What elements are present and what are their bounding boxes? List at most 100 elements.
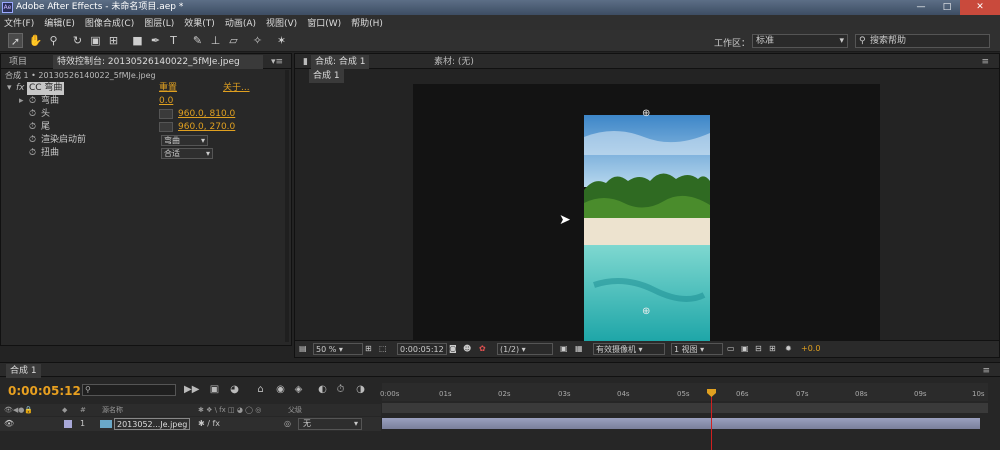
work-area-bar[interactable]: [382, 403, 988, 413]
tail-value[interactable]: 960.0, 270.0: [178, 121, 235, 134]
camera-tool-icon[interactable]: ▣: [88, 33, 103, 48]
rectangle-tool-icon[interactable]: ■: [130, 33, 145, 48]
stopwatch-icon[interactable]: ⏱: [29, 95, 36, 108]
parent-select[interactable]: 无 ▾: [298, 418, 362, 430]
clone-tool-icon[interactable]: ⊥: [208, 33, 223, 48]
menu-view[interactable]: 视图(V): [266, 16, 297, 29]
tab-project[interactable]: 项目: [5, 55, 31, 69]
layer-row[interactable]: 👁 1 2013052...Je.jpeg ✱ / fx ◎ 无 ▾: [0, 417, 381, 431]
close-button[interactable]: ✕: [960, 0, 1000, 15]
menu-layer[interactable]: 图层(L): [144, 16, 174, 29]
zoom-tool-icon[interactable]: ⚲: [46, 33, 61, 48]
camera-snapshot-icon[interactable]: ◙: [449, 343, 457, 355]
views-select[interactable]: 1 视图 ▾: [671, 343, 723, 355]
ruler-tick: 01s: [439, 390, 452, 398]
show-snapshot-icon[interactable]: ☻: [463, 343, 471, 355]
menu-help[interactable]: 帮助(H): [351, 16, 383, 29]
hand-tool-icon[interactable]: ✋: [28, 33, 43, 48]
fast-preview-icon[interactable]: ▣: [741, 343, 749, 355]
roto-brush-tool-icon[interactable]: ✧: [250, 33, 265, 48]
render-prestart-select[interactable]: 弯曲 ▾: [161, 135, 208, 146]
anchor-point-head-icon[interactable]: ⊕: [642, 108, 650, 119]
menu-composition[interactable]: 图像合成(C): [85, 16, 134, 29]
tab-footage[interactable]: 素材: (无): [430, 55, 478, 69]
pen-tool-icon[interactable]: ✒: [148, 33, 163, 48]
panel-menu-icon[interactable]: ▾≡: [267, 55, 287, 69]
menu-file[interactable]: 文件(F): [4, 16, 34, 29]
scrollbar[interactable]: [285, 70, 289, 342]
viewer-timecode[interactable]: 0:00:05:12: [397, 343, 447, 355]
maximize-button[interactable]: □: [934, 0, 960, 15]
about-button[interactable]: 关于...: [223, 82, 250, 95]
rotate-tool-icon[interactable]: ↻: [70, 33, 85, 48]
motion-blur-icon[interactable]: ◉: [274, 383, 287, 396]
channel-icon[interactable]: ✿: [479, 343, 486, 355]
snapshot-icon[interactable]: ▤: [299, 343, 307, 355]
fx-icon[interactable]: fx: [16, 82, 25, 95]
expand-arrow-icon[interactable]: ▸: [19, 95, 24, 108]
effect-name[interactable]: CC 弯曲: [27, 82, 65, 95]
playhead[interactable]: [711, 392, 712, 450]
menu-window[interactable]: 窗口(W): [307, 16, 341, 29]
selection-tool-icon[interactable]: ➚: [8, 33, 23, 48]
tab-timeline-comp[interactable]: 合成 1: [6, 364, 41, 378]
puppet-tool-icon[interactable]: ✶: [274, 33, 289, 48]
panel-menu-icon[interactable]: ≡: [977, 55, 993, 69]
layer-name[interactable]: 2013052...Je.jpeg: [114, 418, 191, 430]
text-tool-icon[interactable]: T: [166, 33, 181, 48]
help-search-input[interactable]: ⚲ 搜索帮助: [855, 34, 990, 48]
brainstorm-icon[interactable]: ◈: [292, 383, 305, 396]
resolution-select[interactable]: (1/2) ▾: [497, 343, 553, 355]
subtab-comp[interactable]: 合成 1: [309, 69, 344, 83]
comp-mini-flowchart-icon[interactable]: ▶▶: [184, 383, 199, 396]
safe-zones-icon[interactable]: ⊞: [365, 343, 372, 355]
stopwatch-icon[interactable]: ⏱: [29, 147, 36, 160]
workspace-select[interactable]: 标准 ▾: [752, 34, 848, 48]
menu-edit[interactable]: 编辑(E): [44, 16, 75, 29]
panel-menu-icon[interactable]: ≡: [978, 364, 994, 378]
menu-effect[interactable]: 效果(T): [184, 16, 215, 29]
stopwatch-icon[interactable]: ⏱: [29, 108, 36, 121]
auto-keyframe-icon[interactable]: ◐: [316, 383, 329, 396]
visibility-icon[interactable]: 👁: [4, 417, 14, 431]
timeline-icon[interactable]: ⊟: [755, 343, 762, 355]
exposure-value[interactable]: +0.0: [801, 343, 820, 355]
exposure-icon[interactable]: ✹: [785, 343, 792, 355]
label-color-swatch[interactable]: [64, 420, 72, 428]
stopwatch-icon[interactable]: ⏱: [29, 121, 36, 134]
stopwatch-icon[interactable]: ⏱: [29, 134, 36, 147]
timeline-timecode[interactable]: 0:00:05:12: [8, 384, 81, 398]
minimize-button[interactable]: —: [908, 0, 934, 15]
tab-composition[interactable]: 合成: 合成 1: [311, 55, 370, 69]
bend-value[interactable]: 0.0: [159, 95, 173, 108]
graph-editor-icon[interactable]: ⏱: [334, 383, 347, 396]
toggle-pixel-icon[interactable]: ▭: [727, 343, 735, 355]
live-update-icon[interactable]: ◑: [354, 383, 367, 396]
head-value[interactable]: 960.0, 810.0: [178, 108, 235, 121]
timeline-search-input[interactable]: ⚲: [82, 384, 176, 396]
shy-layers-icon[interactable]: ◕: [228, 383, 241, 396]
roi-icon[interactable]: ▣: [560, 343, 568, 355]
parent-pick-whip-icon[interactable]: ◎: [284, 417, 291, 431]
crosshair-button[interactable]: [159, 122, 173, 132]
crosshair-button[interactable]: [159, 109, 173, 119]
zoom-select[interactable]: 50 % ▾: [313, 343, 363, 355]
distort-select[interactable]: 合适 ▾: [161, 148, 213, 159]
transparency-grid-icon[interactable]: ▦: [575, 343, 583, 355]
anchor-point-tail-icon[interactable]: ⊕: [642, 306, 650, 317]
switches-row-icon[interactable]: ✱ / fx: [198, 417, 220, 431]
mask-icon[interactable]: ⬚: [379, 343, 387, 355]
expand-arrow-icon[interactable]: ▾: [7, 82, 12, 95]
tab-effect-controls[interactable]: 特效控制台: 20130526140022_5fMJe.jpeg: [53, 55, 263, 69]
layer-duration-bar[interactable]: [382, 418, 980, 429]
lock-icon[interactable]: ▮: [299, 55, 312, 69]
pan-behind-tool-icon[interactable]: ⊞: [106, 33, 121, 48]
brush-tool-icon[interactable]: ✎: [190, 33, 205, 48]
eraser-tool-icon[interactable]: ▱: [226, 33, 241, 48]
frame-blending-icon[interactable]: ⌂: [254, 383, 267, 396]
camera-select[interactable]: 有效摄像机 ▾: [593, 343, 665, 355]
draft-3d-icon[interactable]: ▣: [208, 383, 221, 396]
reset-button[interactable]: 重置: [159, 82, 177, 95]
menu-animation[interactable]: 动画(A): [225, 16, 256, 29]
flowchart-icon[interactable]: ⊞: [769, 343, 776, 355]
